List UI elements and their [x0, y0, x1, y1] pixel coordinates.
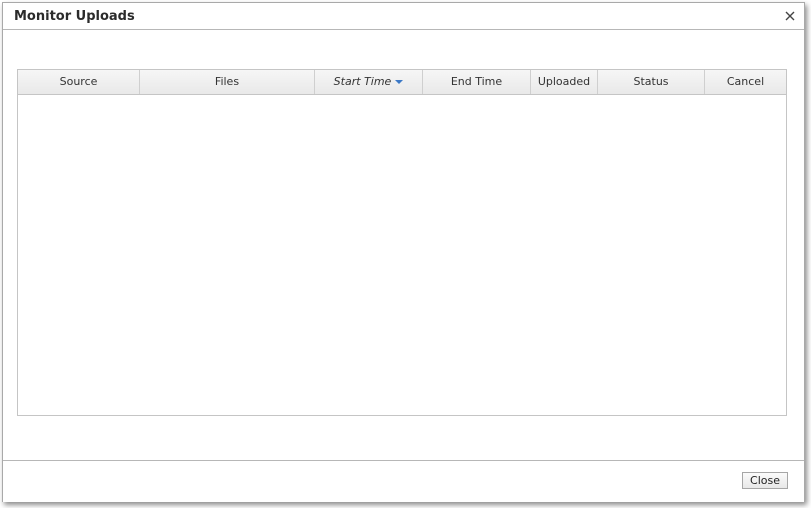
column-header-uploaded[interactable]: Uploaded — [531, 70, 598, 94]
column-header-label: Cancel — [726, 75, 765, 88]
column-header-label: Start Time — [333, 75, 392, 88]
grid-header: Source Files Start Time End Time Uploade… — [18, 70, 786, 95]
column-header-cancel[interactable]: Cancel — [705, 70, 786, 94]
column-header-label: Source — [59, 75, 98, 88]
column-header-label: Status — [633, 75, 669, 88]
grid-body — [18, 95, 786, 415]
column-header-label: Files — [214, 75, 240, 88]
monitor-uploads-dialog: Monitor Uploads Source Files Start Time … — [2, 2, 805, 502]
sort-down-icon — [395, 80, 404, 84]
column-header-label: Uploaded — [537, 75, 591, 88]
column-header-status[interactable]: Status — [598, 70, 705, 94]
column-header-files[interactable]: Files — [140, 70, 315, 94]
close-icon[interactable] — [782, 8, 798, 24]
dialog-footer: Close — [3, 460, 804, 502]
dialog-title: Monitor Uploads — [14, 9, 135, 24]
column-header-end-time[interactable]: End Time — [423, 70, 531, 94]
uploads-grid: Source Files Start Time End Time Uploade… — [17, 69, 787, 416]
column-header-label: End Time — [450, 75, 503, 88]
column-header-source[interactable]: Source — [18, 70, 140, 94]
column-header-start-time[interactable]: Start Time — [315, 70, 423, 94]
dialog-title-bar[interactable]: Monitor Uploads — [3, 3, 804, 30]
close-button[interactable]: Close — [742, 472, 788, 489]
